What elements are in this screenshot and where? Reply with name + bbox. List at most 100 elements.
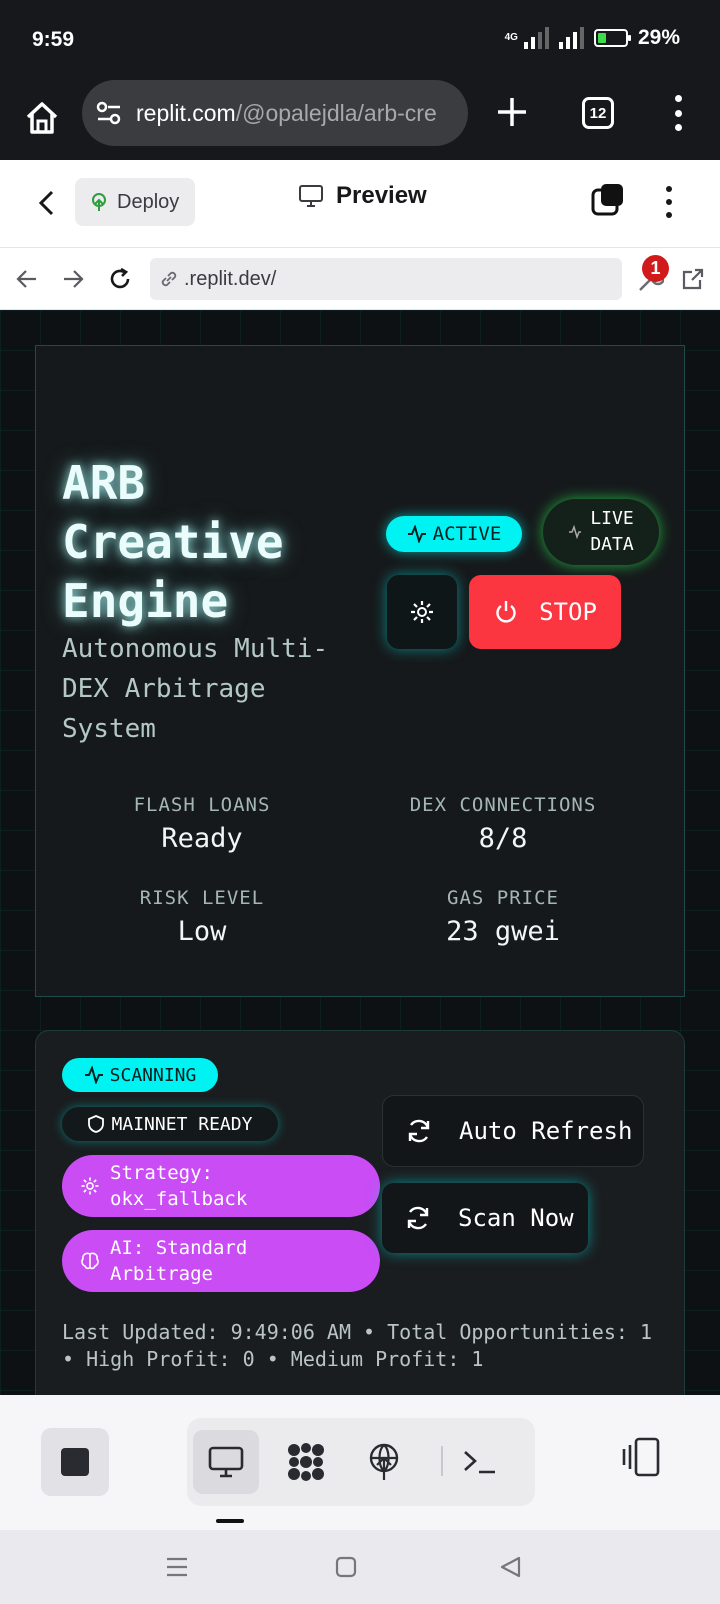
deploy-icon bbox=[92, 193, 106, 211]
tool-group bbox=[187, 1418, 535, 1506]
panels-icon[interactable] bbox=[620, 1435, 664, 1479]
stat-value: 8/8 bbox=[478, 823, 528, 854]
back-nav-icon[interactable] bbox=[498, 1554, 524, 1580]
stop-button[interactable]: STOP bbox=[469, 575, 621, 649]
live-line-2: DATA bbox=[590, 534, 634, 555]
reload-icon[interactable] bbox=[107, 266, 133, 292]
more-menu-icon[interactable] bbox=[664, 186, 674, 218]
notification-badge: 1 bbox=[642, 255, 669, 282]
preview-address-bar: .replit.dev/ bbox=[0, 248, 720, 310]
title-line-2: Creative bbox=[62, 515, 284, 569]
agent-icon bbox=[288, 1443, 324, 1481]
deploy-button[interactable]: Deploy bbox=[75, 178, 195, 226]
stop-run-button[interactable] bbox=[41, 1428, 109, 1496]
gear-icon bbox=[81, 1177, 99, 1195]
scan-summary: Last Updated: 9:49:06 AM • Total Opportu… bbox=[62, 1320, 653, 1371]
page-subtitle: Autonomous Multi-DEX Arbitrage System bbox=[62, 634, 329, 744]
live-data-badge: LIVE DATA bbox=[543, 499, 659, 565]
app-viewport: ARB Creative Engine Autonomous Multi-DEX… bbox=[0, 310, 720, 1395]
url-domain: replit.com bbox=[136, 99, 236, 126]
preview-url-text: .replit.dev/ bbox=[184, 267, 277, 290]
stat-label: RISK LEVEL bbox=[139, 887, 265, 909]
plus-icon[interactable] bbox=[494, 94, 530, 130]
preview-url-input[interactable]: .replit.dev/ bbox=[150, 258, 622, 300]
stat-label: DEX CONNECTIONS bbox=[409, 794, 597, 816]
windows-icon[interactable] bbox=[590, 182, 626, 218]
brain-icon bbox=[81, 1252, 99, 1270]
url-text: replit.com/@opalejdla/arb-cre bbox=[136, 100, 437, 127]
replit-bottom-bar bbox=[0, 1395, 720, 1530]
browser-toolbar: replit.com/@opalejdla/arb-cre 12 bbox=[0, 80, 720, 160]
battery-level: 29% bbox=[637, 26, 680, 49]
deployments-icon bbox=[369, 1443, 399, 1480]
monitor-icon bbox=[299, 185, 323, 207]
live-line-1: LIVE bbox=[590, 508, 634, 529]
gear-icon bbox=[411, 601, 433, 623]
android-navigation-bar bbox=[0, 1530, 720, 1604]
mainnet-badge: MAINNET READY bbox=[62, 1107, 278, 1141]
title-line-3: Engine bbox=[62, 574, 229, 628]
link-icon bbox=[161, 271, 177, 287]
settings-button[interactable] bbox=[387, 575, 457, 649]
home-nav-icon[interactable] bbox=[333, 1554, 359, 1580]
status-bar: 9:59 4G 29% bbox=[0, 0, 720, 80]
agent-tool-button[interactable] bbox=[273, 1430, 339, 1494]
scanning-badge: SCANNING bbox=[62, 1058, 218, 1092]
scanning-label: SCANNING bbox=[109, 1064, 197, 1086]
ai-badge: AI: Standard Arbitrage bbox=[62, 1230, 380, 1292]
power-icon bbox=[496, 601, 516, 623]
shell-icon bbox=[464, 1451, 495, 1474]
menu-icon[interactable] bbox=[664, 95, 692, 131]
network-type: 4G bbox=[504, 32, 518, 43]
active-tab-indicator bbox=[216, 1519, 244, 1523]
shell-tool-button[interactable] bbox=[447, 1430, 513, 1494]
external-link-icon[interactable] bbox=[680, 266, 706, 292]
arrow-right-icon[interactable] bbox=[60, 266, 86, 292]
back-icon[interactable] bbox=[36, 188, 58, 218]
arrow-left-icon[interactable] bbox=[14, 266, 40, 292]
active-status-badge: ACTIVE bbox=[386, 516, 522, 552]
tune-icon[interactable] bbox=[94, 98, 124, 128]
active-label: ACTIVE bbox=[432, 523, 502, 545]
preview-tool-button[interactable] bbox=[193, 1430, 259, 1494]
ai-label: AI: Standard Arbitrage bbox=[110, 1237, 248, 1285]
tabs-icon[interactable]: 12 bbox=[582, 97, 614, 129]
stop-label: STOP bbox=[539, 598, 597, 626]
deployments-tool-button[interactable] bbox=[351, 1430, 417, 1494]
shield-icon bbox=[87, 1115, 104, 1133]
preview-label: Preview bbox=[336, 182, 427, 209]
deploy-label: Deploy bbox=[117, 190, 180, 213]
pulse-icon bbox=[84, 1066, 103, 1084]
refresh-icon bbox=[408, 1119, 430, 1143]
stat-value: Low bbox=[177, 916, 227, 947]
stat-value: 23 gwei bbox=[446, 916, 560, 947]
battery-icon bbox=[593, 29, 631, 47]
url-bar[interactable]: replit.com/@opalejdla/arb-cre bbox=[82, 80, 468, 146]
live-data-label: LIVE DATA bbox=[590, 506, 633, 558]
scanner-panel: SCANNING MAINNET READY Strategy: okx_fal… bbox=[35, 1030, 685, 1395]
auto-refresh-button[interactable]: Auto Refresh bbox=[382, 1095, 644, 1167]
auto-refresh-label: Auto Refresh bbox=[459, 1117, 633, 1145]
monitor-icon bbox=[208, 1446, 244, 1478]
stat-label: FLASH LOANS bbox=[133, 794, 271, 816]
url-path: /@opalejdla/arb-cre bbox=[235, 99, 437, 126]
stop-icon bbox=[61, 1448, 89, 1476]
strategy-badge: Strategy: okx_fallback bbox=[62, 1155, 380, 1217]
home-icon[interactable] bbox=[20, 96, 64, 140]
refresh-icon bbox=[407, 1206, 429, 1230]
strategy-label: Strategy: okx_fallback bbox=[110, 1162, 248, 1210]
scan-now-button[interactable]: Scan Now bbox=[382, 1183, 588, 1253]
pulse-icon bbox=[407, 525, 426, 543]
preview-title: Preview bbox=[298, 182, 427, 210]
signal-icon-2 bbox=[558, 27, 584, 49]
stat-label: GAS PRICE bbox=[447, 887, 559, 909]
signal-icon bbox=[523, 27, 549, 49]
status-time: 9:59 bbox=[32, 28, 75, 51]
stat-value: Ready bbox=[161, 823, 243, 854]
recents-icon[interactable] bbox=[164, 1554, 190, 1580]
title-line-1: ARB bbox=[62, 456, 146, 510]
replit-toolbar: Deploy Preview bbox=[0, 160, 720, 248]
page-title: ARB Creative Engine bbox=[62, 454, 362, 631]
hero-card: ARB Creative Engine Autonomous Multi-DEX… bbox=[35, 345, 685, 997]
scan-now-label: Scan Now bbox=[458, 1204, 574, 1232]
